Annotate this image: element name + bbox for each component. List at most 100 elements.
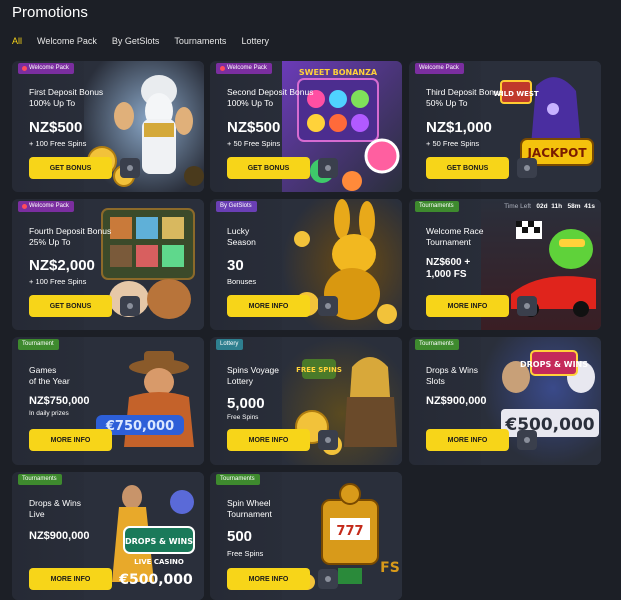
card-amount: NZ$1,000 (426, 119, 492, 136)
badge-label: Tournaments (419, 203, 454, 209)
card-title: Fourth Deposit Bonus 25% Up To (29, 226, 112, 247)
tab-tournaments[interactable]: Tournaments (174, 36, 226, 46)
card-subtitle: + 100 Free Spins (29, 139, 87, 148)
info-icon (524, 303, 530, 309)
card-amount: 30 (227, 257, 244, 274)
triple-seven-icon: 777 (336, 524, 363, 539)
drops-wins-logo-text: DROPS & WINS (520, 360, 588, 369)
info-icon (325, 303, 331, 309)
card-title: Second Deposit Bonus 100% Up To (227, 87, 314, 108)
info-button[interactable] (517, 430, 537, 450)
badge-label: Welcome Pack (227, 65, 267, 71)
badge-label: Lottery (220, 341, 239, 347)
badge-label: Welcome Pack (29, 65, 69, 71)
badge-lottery: Lottery (216, 339, 244, 350)
card-amount: 500 (227, 528, 253, 545)
more-info-button[interactable]: MORE INFO (227, 429, 310, 451)
info-button[interactable] (318, 569, 338, 589)
badge-by-getslots: By GetSlots (216, 201, 257, 212)
get-bonus-button[interactable]: GET BONUS (227, 157, 310, 179)
promo-card-spin-wheel: 777 FS Tournaments Spin Wheel Tournament… (210, 472, 402, 600)
tab-all[interactable]: All (12, 36, 22, 46)
get-bonus-button[interactable]: GET BONUS (29, 157, 112, 179)
timer-minutes: 58m (567, 203, 581, 210)
promo-card-games-of-the-year: €750,000 Tournament Games of the Year NZ… (12, 337, 204, 465)
promo-card-second-deposit: SWEET BONANZA Welcome Pack Second Deposi… (210, 61, 402, 192)
more-info-button[interactable]: MORE INFO (29, 429, 112, 451)
get-bonus-button[interactable]: GET BONUS (29, 295, 112, 317)
promo-card-lucky-season: By GetSlots Lucky Season 30 Bonuses MORE… (210, 199, 402, 330)
badge-tournament: Tournament (18, 339, 59, 350)
info-button[interactable] (318, 158, 338, 178)
tab-lottery[interactable]: Lottery (241, 36, 269, 46)
card-title: Lucky Season (227, 226, 256, 247)
card-amount: NZ$900,000 (29, 530, 90, 542)
badge-label: Welcome Pack (419, 65, 459, 71)
info-icon (127, 303, 133, 309)
timer-days: 02d (536, 203, 548, 210)
badge-tournaments: Tournaments (18, 474, 62, 485)
badge-welcome-pack: Welcome Pack (18, 201, 74, 212)
info-icon (325, 165, 331, 171)
more-info-button[interactable]: MORE INFO (426, 429, 509, 451)
info-icon (524, 165, 530, 171)
more-info-button[interactable]: MORE INFO (29, 568, 112, 590)
card-amount: 5,000 (227, 395, 265, 412)
badge-label: Tournaments (22, 476, 57, 482)
card-title: Third Deposit Bonus 50% Up To (426, 87, 504, 108)
get-bonus-button[interactable]: GET BONUS (426, 157, 509, 179)
promo-card-third-deposit: WILD WEST JACKPOT Welcome Pack Third Dep… (409, 61, 601, 192)
live-casino-text: LIVE CASINO (134, 558, 184, 566)
card-title: Drops & Wins Live (29, 498, 81, 519)
info-button[interactable] (517, 158, 537, 178)
promo-card-fourth-deposit: Welcome Pack Fourth Deposit Bonus 25% Up… (12, 199, 204, 330)
tab-by-getslots[interactable]: By GetSlots (112, 36, 160, 46)
prize-text: €750,000 (105, 419, 174, 434)
card-amount: NZ$500 (29, 119, 83, 136)
card-subtitle: + 100 Free Spins (29, 277, 87, 286)
badge-label: By GetSlots (220, 203, 252, 209)
card-subtitle: Bonuses (227, 277, 257, 286)
card-amount: NZ$750,000 (29, 395, 90, 407)
timer-hours: 11h (551, 203, 563, 210)
card-title: First Deposit Bonus 100% Up To (29, 87, 104, 108)
card-amount: NZ$500 (227, 119, 281, 136)
more-info-button[interactable]: MORE INFO (426, 295, 509, 317)
info-button[interactable] (517, 296, 537, 316)
free-spins-logo-text: FREE SPINS (296, 366, 342, 374)
info-icon (325, 437, 331, 443)
more-info-button[interactable]: MORE INFO (227, 295, 310, 317)
time-left-countdown: Time Left 02d 11h 58m 41s (504, 203, 595, 210)
info-button[interactable] (318, 430, 338, 450)
info-button[interactable] (120, 296, 140, 316)
card-subtitle: Free Spins (227, 549, 264, 558)
badge-welcome-pack: Welcome Pack (18, 63, 74, 74)
card-subtitle: Free Spins (227, 414, 259, 421)
card-subtitle: + 50 Free Spins (426, 139, 480, 148)
fs-logo-text: FS (380, 560, 400, 576)
jackpot-text: JACKPOT (526, 146, 587, 160)
promo-card-drops-wins-slots: DROPS & WINS €500,000 Tournaments Drops … (409, 337, 601, 465)
info-button[interactable] (120, 158, 140, 178)
card-subtitle: In daily prizes (29, 410, 69, 417)
badge-tournaments: Tournaments (415, 201, 459, 212)
card-amount: NZ$2,000 (29, 257, 95, 274)
badge-label: Tournament (22, 341, 54, 347)
card-title: Spins Voyage Lottery (227, 365, 279, 386)
promo-card-first-deposit: Welcome Pack First Deposit Bonus 100% Up… (12, 61, 204, 192)
more-info-button[interactable]: MORE INFO (227, 568, 310, 590)
card-title: Games of the Year (29, 365, 70, 386)
card-amount: NZ$600 + 1,000 FS (426, 257, 471, 280)
badge-label: Welcome Pack (29, 203, 69, 209)
tab-welcome-pack[interactable]: Welcome Pack (37, 36, 97, 46)
info-icon (325, 576, 331, 582)
card-title: Spin Wheel Tournament (227, 498, 272, 519)
promo-card-spins-voyage: FREE SPINS Lottery Spins Voyage Lottery … (210, 337, 402, 465)
info-button[interactable] (318, 296, 338, 316)
badge-welcome-pack: Welcome Pack (415, 63, 464, 74)
promo-card-drops-wins-live: DROPS & WINS LIVE CASINO €500,000 Tourna… (12, 472, 204, 600)
game-logo-text: SWEET BONANZA (299, 68, 378, 77)
badge-tournaments: Tournaments (415, 339, 459, 350)
promo-card-welcome-race: Tournaments Time Left 02d 11h 58m 41s We… (409, 199, 601, 330)
card-title: Welcome Race Tournament (426, 226, 484, 247)
